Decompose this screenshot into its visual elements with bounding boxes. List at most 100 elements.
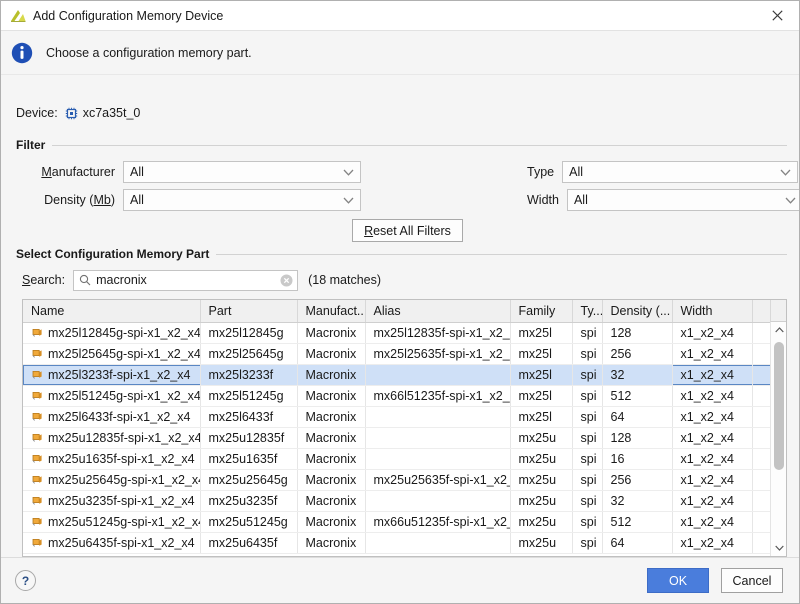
part-name-text: mx25u12835f-spi-x1_x2_x4 — [48, 430, 200, 445]
part-name-cell: mx25l3233f-spi-x1_x2_x4 — [31, 367, 199, 382]
chevron-down-icon — [343, 197, 354, 204]
cell-alias: mx66u51235f-spi-x1_x2_x4 — [365, 511, 511, 533]
match-count: (18 matches) — [308, 273, 382, 287]
table-row[interactable]: mx25u12835f-spi-x1_x2_x4 mx25u12835f Macro… — [23, 427, 786, 449]
memory-chip-icon — [32, 496, 42, 505]
column-header-manufact[interactable]: Manufact... — [297, 300, 366, 323]
memory-chip-icon — [32, 517, 42, 526]
chevron-down-icon — [343, 169, 354, 176]
manufacturer-mnemonic: M — [41, 165, 52, 179]
info-banner: Choose a configuration memory part. — [1, 31, 799, 75]
table-row[interactable]: mx25l6433f-spi-x1_x2_x4 mx25l6433f Macroni… — [23, 406, 786, 428]
chevron-down-icon[interactable] — [771, 540, 786, 556]
add-configuration-memory-device-dialog: Add Configuration Memory Device Choose a… — [0, 0, 800, 604]
help-button[interactable]: ? — [15, 570, 36, 591]
part-name-cell: mx25l51245g-spi-x1_x2_x4 — [31, 389, 199, 403]
cell-width: x1_x2_x4 — [672, 448, 753, 470]
manufacturer-label: Manufacturer — [22, 165, 115, 179]
cell-density: 256 — [602, 469, 673, 491]
cell-width: x1_x2_x4 — [672, 406, 753, 428]
table-row[interactable]: mx25u51245g-spi-x1_x2_x4 mx25u51245g Macro… — [23, 511, 786, 533]
search-row: Search: macronix (18 matches) — [22, 269, 787, 291]
cell-density: 512 — [602, 511, 673, 533]
cell-manufacturer: Macronix — [297, 406, 366, 428]
column-header-width[interactable]: Width — [672, 300, 753, 323]
clear-icon[interactable] — [280, 274, 293, 287]
chevron-down-icon — [780, 169, 791, 176]
chevron-up-icon[interactable] — [771, 322, 786, 338]
width-select[interactable]: All — [566, 189, 799, 211]
cell-type: spi — [572, 322, 603, 344]
cell-alias: mx66l51235f-spi-x1_x2_x4 — [365, 385, 511, 407]
part-name-cell: mx25u1635f-spi-x1_x2_x4 — [31, 452, 199, 466]
search-label-rest: earch: — [30, 273, 66, 287]
cell-density: 64 — [602, 406, 673, 428]
chevron-down-icon — [785, 197, 796, 204]
type-select[interactable]: All — [562, 161, 799, 183]
cell-manufacturer: Macronix — [297, 532, 366, 554]
device-chip-icon — [65, 107, 77, 119]
cancel-button[interactable]: Cancel — [721, 568, 783, 593]
table-row[interactable]: mx25l51245g-spi-x1_x2_x4 mx25l51245g Macro… — [23, 385, 786, 407]
cell-alias — [365, 490, 511, 512]
table-row[interactable]: mx25u1635f-spi-x1_x2_x4 mx25u1635f Macroni… — [23, 448, 786, 470]
cell-type: spi — [572, 490, 603, 512]
device-label: Device: — [16, 106, 58, 120]
table-row[interactable]: mx25l25645g-spi-x1_x2_x4 mx25l25645g Macro… — [23, 343, 786, 365]
part-name-text: mx25u3235f-spi-x1_x2_x4 — [48, 493, 195, 508]
cell-density: 64 — [602, 532, 673, 554]
manufacturer-select[interactable]: All — [123, 161, 361, 183]
table-row[interactable]: mx25u25645g-spi-x1_x2_x4 mx25u25645g Macro… — [23, 469, 786, 491]
cell-density: 128 — [602, 427, 673, 449]
type-filter: Type All — [527, 161, 799, 183]
table-row[interactable]: mx25u6435f-spi-x1_x2_x4 mx25u6435f Macroni… — [23, 532, 786, 554]
ok-button[interactable]: OK — [647, 568, 709, 593]
device-value: xc7a35t_0 — [82, 106, 141, 120]
part-name-text: mx25l3233f-spi-x1_x2_x4 — [48, 367, 191, 382]
cell-alias — [365, 406, 511, 428]
info-message: Choose a configuration memory part. — [46, 45, 252, 60]
cell-part: mx25l51245g — [200, 385, 298, 407]
density-select[interactable]: All — [123, 189, 361, 211]
vertical-scrollbar[interactable] — [770, 322, 786, 556]
table-row[interactable]: mx25l12845g-spi-x1_x2_x4 mx25l12845g Macro… — [23, 322, 786, 344]
part-name-text: mx25l6433f-spi-x1_x2_x4 — [48, 409, 191, 424]
cell-alias: mx25u25635f-spi-x1_x2_x4 — [365, 469, 511, 491]
column-header-part[interactable]: Part — [200, 300, 298, 323]
table-row[interactable]: mx25u3235f-spi-x1_x2_x4 mx25u3235f Macroni… — [23, 490, 786, 512]
column-header-alias[interactable]: Alias — [365, 300, 511, 323]
column-header-ty[interactable]: Ty... — [572, 300, 603, 323]
info-icon — [11, 42, 33, 63]
cell-manufacturer: Macronix — [297, 364, 366, 386]
cell-part: mx25l25645g — [200, 343, 298, 365]
density-label: Density (Mb) — [22, 193, 115, 207]
part-name-text: mx25u6435f-spi-x1_x2_x4 — [48, 535, 195, 550]
close-icon[interactable] — [755, 1, 799, 30]
cell-width: x1_x2_x4 — [672, 364, 753, 386]
reset-label-rest: eset All Filters — [373, 223, 451, 238]
column-header-family[interactable]: Family — [510, 300, 573, 323]
reset-mnemonic: R — [364, 223, 374, 238]
cell-family: mx25l — [510, 322, 573, 344]
cell-part: mx25l3233f — [200, 364, 298, 386]
part-name-cell: mx25l6433f-spi-x1_x2_x4 — [31, 409, 199, 424]
scrollbar-thumb[interactable] — [774, 342, 784, 470]
table-row[interactable]: mx25l3233f-spi-x1_x2_x4 mx25l3233f Macroni… — [23, 364, 786, 386]
close-glyph — [771, 10, 783, 21]
cell-manufacturer: Macronix — [297, 427, 366, 449]
cell-type: spi — [572, 427, 603, 449]
memory-chip-icon — [32, 475, 42, 484]
column-header-name[interactable]: Name — [23, 300, 201, 323]
cell-part: mx25u25645g — [200, 469, 298, 491]
search-icon — [79, 274, 91, 286]
part-name-text: mx25u51245g-spi-x1_x2_x4 — [48, 514, 200, 529]
search-value: macronix — [96, 273, 147, 287]
cell-density: 512 — [602, 385, 673, 407]
cell-name: mx25l12845g-spi-x1_x2_x4 — [23, 322, 201, 344]
reset-all-filters-button[interactable]: Reset All Filters — [352, 219, 463, 242]
search-input[interactable]: macronix — [73, 269, 299, 291]
column-header-density[interactable]: Density (... — [602, 300, 673, 323]
cell-alias: mx25l25635f-spi-x1_x2_x4 — [365, 343, 511, 365]
part-name-cell: mx25u25645g-spi-x1_x2_x4 — [31, 473, 199, 487]
part-name-text: mx25l25645g-spi-x1_x2_x4 — [48, 346, 200, 361]
